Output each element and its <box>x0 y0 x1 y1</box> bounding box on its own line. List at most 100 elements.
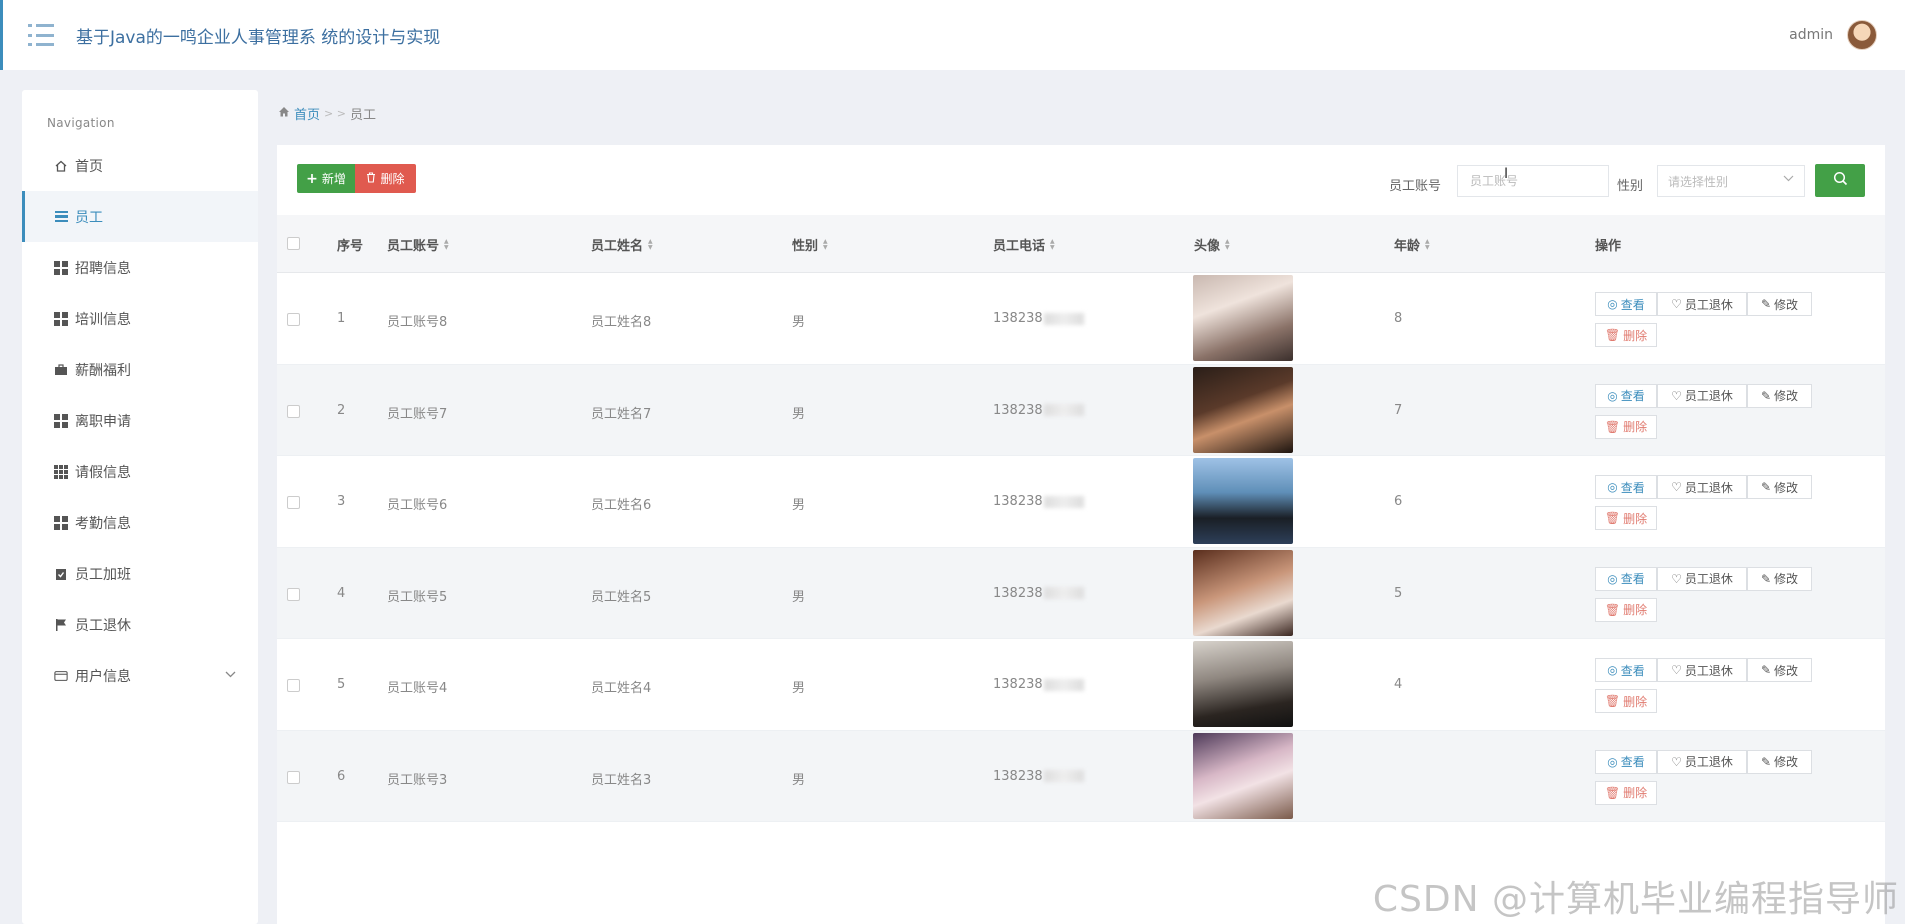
edit-icon: ✎ <box>1760 388 1772 403</box>
cell-name: 员工姓名8 <box>591 315 652 330</box>
edit-button[interactable]: ✎ 修改 <box>1747 658 1812 682</box>
view-button[interactable]: ◎ 查看 <box>1595 475 1657 499</box>
sidebar-item-overtime[interactable]: 员工加班 <box>22 548 258 599</box>
edit-button[interactable]: ✎ 修改 <box>1747 749 1812 774</box>
row-checkbox[interactable] <box>287 313 300 326</box>
employee-avatar-image[interactable] <box>1193 549 1293 636</box>
sort-icon[interactable]: ▲ ▼ <box>648 238 653 251</box>
row-checkbox[interactable] <box>287 770 300 784</box>
table-row[interactable]: 4 员工账号5 员工姓名5 男 138238 5 ◎ 查看 ♡ 员工退休 ✎ 修改 🗑… <box>277 547 1885 639</box>
retire-button[interactable]: ♡ 员工退休 <box>1657 292 1747 316</box>
sidebar-item-salary[interactable]: 薪酬福利 <box>22 344 258 395</box>
add-button[interactable]: + 新增 <box>297 164 355 193</box>
column-header-avatar[interactable]: 头像 ▲ ▼ <box>1194 235 1230 254</box>
sidebar-item-recruitment[interactable]: 招聘信息 <box>22 242 258 293</box>
row-checkbox[interactable] <box>287 496 300 509</box>
delete-row-button[interactable]: 🗑 删除 <box>1595 780 1657 805</box>
view-button[interactable]: ◎ 查看 <box>1595 292 1657 316</box>
row-checkbox[interactable] <box>287 679 300 692</box>
retire-button[interactable]: ♡ 员工退休 <box>1657 566 1747 591</box>
delete-row-button[interactable]: 🗑 删除 <box>1595 689 1657 713</box>
employee-avatar-image[interactable] <box>1193 732 1293 819</box>
delete-row-button[interactable]: 🗑 删除 <box>1595 506 1657 530</box>
menu-toggle-icon[interactable] <box>28 24 54 46</box>
sort-icon[interactable]: ▲ ▼ <box>444 238 449 251</box>
cell-index: 6 <box>337 768 346 784</box>
sidebar: Navigation 首页 员工 招聘信息 培训信息 薪酬福利 离职申请 请假信… <box>22 90 258 924</box>
edit-icon: ✎ <box>1760 754 1772 769</box>
column-header-name[interactable]: 员工姓名 ▲ ▼ <box>591 235 653 254</box>
gender-select[interactable]: 请选择性别 <box>1657 165 1805 197</box>
view-button[interactable]: ◎ 查看 <box>1595 383 1657 408</box>
edit-button[interactable]: ✎ 修改 <box>1747 566 1812 591</box>
sort-icon[interactable]: ▲ ▼ <box>1425 238 1430 251</box>
delete-row-button[interactable]: 🗑 删除 <box>1595 597 1657 622</box>
column-header-age[interactable]: 年龄 ▲ ▼ <box>1394 235 1430 254</box>
delete-row-button[interactable]: 🗑 删除 <box>1595 414 1657 439</box>
sidebar-item-leave[interactable]: 请假信息 <box>22 446 258 497</box>
app-title: 基于Java的一鸣企业人事管理系 统的设计与实现 <box>76 27 441 48</box>
sidebar-item-employee[interactable]: 员工 <box>22 191 258 242</box>
retire-button[interactable]: ♡ 员工退休 <box>1657 658 1747 682</box>
delete-row-button[interactable]: 🗑 删除 <box>1595 323 1657 347</box>
eye-icon: ◎ <box>1607 754 1618 769</box>
table-row[interactable]: 3 员工账号6 员工姓名6 男 138238 6 ◎ 查看 ♡ 员工退休 ✎ 修改 🗑… <box>277 456 1885 548</box>
column-header-account[interactable]: 员工账号 ▲ ▼ <box>387 235 449 254</box>
column-header-actions: 操作 <box>1595 239 1622 254</box>
breadcrumb-home[interactable]: 首页 <box>278 104 320 123</box>
retire-button[interactable]: ♡ 员工退休 <box>1657 383 1747 408</box>
sidebar-item-label: 离职申请 <box>75 413 131 430</box>
sidebar-item-home[interactable]: 首页 <box>22 140 258 191</box>
sidebar-item-training[interactable]: 培训信息 <box>22 293 258 344</box>
employee-avatar-image[interactable] <box>1193 275 1293 361</box>
search-button[interactable] <box>1815 164 1865 197</box>
cell-index: 1 <box>337 311 346 326</box>
select-all-checkbox[interactable] <box>287 237 300 250</box>
chevron-down-icon[interactable] <box>225 668 236 681</box>
cell-age: 5 <box>1394 585 1403 601</box>
sidebar-item-retirement[interactable]: 员工退休 <box>22 599 258 650</box>
row-checkbox[interactable] <box>287 587 300 601</box>
table-row[interactable]: 6 员工账号3 员工姓名3 男 138238 ◎ 查看 ♡ 员工退休 ✎ 修改 🗑 删除 <box>277 730 1885 822</box>
user-menu[interactable]: admin <box>1789 0 1877 70</box>
sidebar-item-label: 首页 <box>75 158 103 175</box>
view-button[interactable]: ◎ 查看 <box>1595 749 1657 774</box>
breadcrumb-separator: > > <box>324 107 346 120</box>
sidebar-item-attendance[interactable]: 考勤信息 <box>22 497 258 548</box>
sort-icon[interactable]: ▲ ▼ <box>823 238 828 251</box>
cell-gender: 男 <box>792 498 806 513</box>
table-row[interactable]: 2 员工账号7 员工姓名7 男 138238 7 ◎ 查看 ♡ 员工退休 ✎ 修改 🗑… <box>277 364 1885 456</box>
column-header-gender[interactable]: 性别 ▲ ▼ <box>792 235 828 254</box>
avatar[interactable] <box>1847 20 1877 50</box>
eye-icon: ◎ <box>1607 480 1618 494</box>
view-button[interactable]: ◎ 查看 <box>1595 658 1657 682</box>
cell-phone: 138238 <box>993 586 1084 601</box>
sidebar-item-resignation[interactable]: 离职申请 <box>22 395 258 446</box>
table-row[interactable]: 5 员工账号4 员工姓名4 男 138238 4 ◎ 查看 ♡ 员工退休 ✎ 修改 🗑… <box>277 639 1885 731</box>
sidebar-item-user-info[interactable]: 用户信息 <box>22 650 258 701</box>
view-button[interactable]: ◎ 查看 <box>1595 566 1657 591</box>
employee-avatar-image[interactable] <box>1193 458 1293 544</box>
sort-icon[interactable]: ▲ ▼ <box>1050 238 1055 251</box>
edit-button[interactable]: ✎ 修改 <box>1747 292 1812 316</box>
cell-age: 4 <box>1394 677 1403 692</box>
table-row[interactable]: 1 员工账号8 员工姓名8 男 138238 8 ◎ 查看 ♡ 员工退休 ✎ 修改 🗑… <box>277 273 1885 365</box>
column-header-phone[interactable]: 员工电话 ▲ ▼ <box>993 235 1055 254</box>
sort-icon[interactable]: ▲ ▼ <box>1225 238 1230 251</box>
edit-button[interactable]: ✎ 修改 <box>1747 383 1812 408</box>
delete-button[interactable]: 删除 <box>355 164 416 193</box>
plus-icon: + <box>306 170 318 187</box>
retire-button[interactable]: ♡ 员工退休 <box>1657 749 1747 774</box>
employee-avatar-image[interactable] <box>1193 366 1293 453</box>
username[interactable]: admin <box>1789 27 1833 43</box>
edit-button[interactable]: ✎ 修改 <box>1747 475 1812 499</box>
delete-label: 删除 <box>380 172 405 186</box>
heart-icon: ♡ <box>1671 297 1682 311</box>
eye-icon: ◎ <box>1607 297 1618 311</box>
heart-icon: ♡ <box>1671 388 1682 403</box>
retire-button[interactable]: ♡ 员工退休 <box>1657 475 1747 499</box>
row-checkbox[interactable] <box>287 404 300 418</box>
account-search-input[interactable] <box>1457 165 1609 197</box>
employee-avatar-image[interactable] <box>1193 641 1293 727</box>
redacted-phone-suffix <box>1043 312 1084 325</box>
